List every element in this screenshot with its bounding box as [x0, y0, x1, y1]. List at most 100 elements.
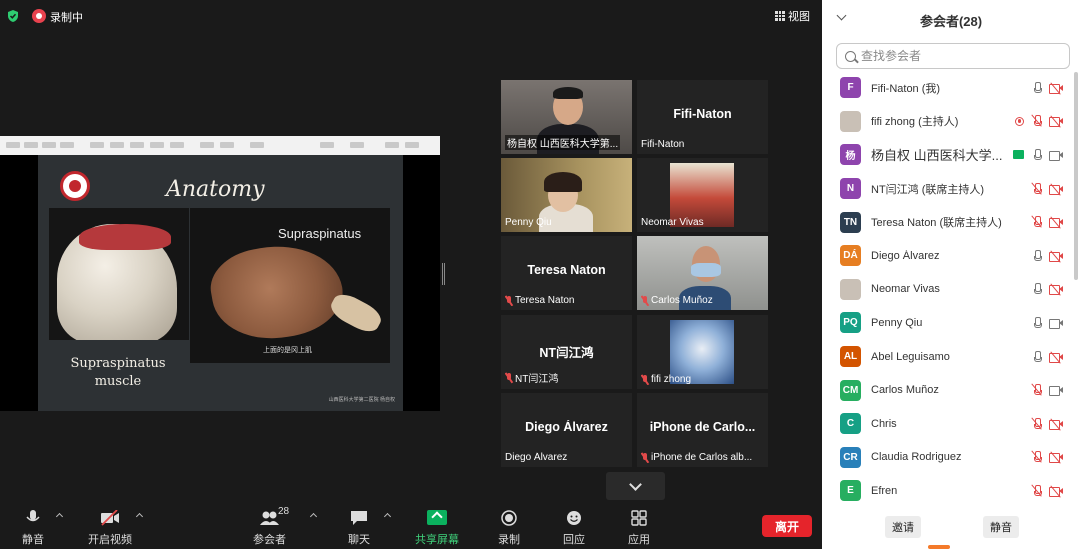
mic-muted-icon	[641, 295, 649, 306]
microphone-icon[interactable]	[1033, 316, 1042, 329]
participants-icon	[259, 511, 279, 525]
participant-avatar	[840, 110, 861, 132]
participant-row[interactable]: PQ Penny Qiu	[822, 306, 1080, 340]
participant-avatar: CM	[840, 379, 861, 401]
participants-button[interactable]: 28 参会者	[253, 506, 289, 547]
chat-button[interactable]: 聊天	[348, 510, 370, 547]
video-off-icon[interactable]	[1049, 216, 1063, 229]
reactions-label: 回应	[563, 534, 585, 546]
apps-button[interactable]: 应用	[628, 510, 650, 547]
split-view-handle[interactable]	[442, 263, 445, 285]
participant-row[interactable]: N NT闫江鸿 (联席主持人)	[822, 172, 1080, 206]
video-tile-carlos[interactable]: Carlos Muñoz	[637, 236, 768, 310]
video-tile-teresa[interactable]: Teresa Naton Teresa Naton	[501, 236, 632, 310]
video-icon[interactable]	[1049, 318, 1063, 329]
mic-muted-icon[interactable]	[1031, 383, 1042, 396]
start-video-button[interactable]: 开启视频	[88, 510, 132, 547]
search-icon	[845, 50, 856, 62]
mic-muted-icon[interactable]	[1031, 417, 1042, 430]
video-off-icon[interactable]	[1049, 283, 1063, 297]
participant-avatar: E	[840, 480, 861, 502]
more-tiles-chevron-button[interactable]	[606, 472, 665, 500]
tile-name: Diego Álvarez	[525, 420, 608, 434]
share-screen-button[interactable]: 共享屏幕	[415, 510, 459, 547]
recording-icon[interactable]	[32, 9, 46, 23]
tile-label: Penny Qiu	[505, 217, 552, 228]
video-off-icon[interactable]	[1049, 418, 1063, 431]
mic-muted-icon[interactable]	[1031, 181, 1042, 195]
mic-muted-icon[interactable]	[1031, 114, 1042, 128]
video-off-icon[interactable]	[1049, 485, 1063, 498]
security-shield-icon[interactable]	[6, 9, 20, 23]
mic-muted-icon[interactable]	[1031, 450, 1042, 463]
participant-avatar: CR	[840, 446, 861, 468]
participant-search[interactable]	[836, 43, 1070, 69]
video-tile-fifi-naton[interactable]: Fifi-Naton Fifi-Naton	[637, 80, 768, 154]
participant-name: Neomar Vivas	[871, 283, 940, 296]
video-off-icon[interactable]	[1049, 250, 1063, 263]
video-options-caret[interactable]	[135, 512, 144, 521]
video-off-icon[interactable]	[1049, 350, 1063, 364]
view-button[interactable]: 视图	[775, 8, 810, 24]
slide-caption-line-2: muscle	[94, 374, 142, 389]
invite-button[interactable]: 邀请	[885, 516, 921, 538]
screen-sharing-icon	[1013, 150, 1024, 160]
participant-row[interactable]: TN Teresa Naton (联席主持人)	[822, 205, 1080, 239]
microphone-icon[interactable]	[1033, 148, 1042, 161]
chat-icon	[351, 511, 367, 525]
mute-all-button[interactable]: 静音	[983, 516, 1019, 538]
microphone-icon[interactable]	[1033, 249, 1042, 262]
muscle-label: Supraspinatus	[278, 226, 362, 241]
chat-options-caret[interactable]	[383, 512, 392, 521]
participant-name: Chris	[871, 417, 897, 430]
leave-button[interactable]: 离开	[762, 515, 812, 537]
video-tile-iphone[interactable]: iPhone de Carlo... iPhone de Carlos alb.…	[637, 393, 768, 467]
tile-label: iPhone de Carlos alb...	[641, 452, 752, 463]
mic-muted-icon	[641, 374, 649, 385]
apps-icon	[631, 510, 647, 526]
participant-row[interactable]: E Efren	[822, 474, 1080, 508]
search-input[interactable]	[861, 49, 1061, 63]
record-label: 录制	[498, 534, 520, 546]
microphone-icon[interactable]	[1033, 81, 1042, 94]
video-off-icon[interactable]	[1049, 451, 1063, 464]
participant-row[interactable]: fifi zhong (主持人)	[822, 105, 1080, 139]
participant-row[interactable]: Neomar Vivas	[822, 273, 1080, 307]
record-button[interactable]: 录制	[498, 510, 520, 547]
meeting-toolbar: 静音 开启视频 28 参会者 聊天 共享屏幕 录制 回应 应用	[0, 500, 822, 549]
video-tile-neomar[interactable]: Neomar Vivas	[637, 158, 768, 232]
video-icon[interactable]	[1049, 385, 1063, 397]
reactions-button[interactable]: 回应	[563, 510, 585, 547]
mic-muted-icon[interactable]	[1031, 484, 1042, 497]
video-tile-fifi-zhong[interactable]: fifi zhong	[637, 315, 768, 389]
participant-row[interactable]: AL Abel Leguisamo	[822, 340, 1080, 374]
participant-row[interactable]: 杨杨自权 山西医科大学...	[822, 138, 1080, 172]
participants-options-caret[interactable]	[309, 512, 318, 521]
video-tile-penny[interactable]: Penny Qiu	[501, 158, 632, 232]
participant-row[interactable]: DÁ Diego Álvarez	[822, 239, 1080, 273]
decorative-strip	[928, 545, 950, 549]
audio-options-caret[interactable]	[55, 512, 64, 521]
participant-row[interactable]: CM Carlos Muñoz	[822, 373, 1080, 407]
mute-label: 静音	[22, 534, 44, 546]
shared-app-toolbar	[0, 136, 440, 155]
microphone-icon[interactable]	[1033, 283, 1042, 295]
video-off-icon[interactable]	[1049, 82, 1063, 95]
video-tile-diego[interactable]: Diego Álvarez Diego Álvarez	[501, 393, 632, 467]
participant-row[interactable]: CR Claudia Rodriguez	[822, 441, 1080, 475]
participant-row[interactable]: F Fifi-Naton (我)	[822, 71, 1080, 105]
shoulder-bone-image	[49, 208, 189, 340]
mute-button[interactable]: 静音	[22, 510, 44, 547]
video-tile-nt[interactable]: NT闫江鸿 NT闫江鸿	[501, 315, 632, 389]
participant-row[interactable]: C Chris	[822, 407, 1080, 441]
video-tile-yang[interactable]: 杨自权 山西医科大学第...	[501, 80, 632, 154]
participant-list-scrollbar[interactable]	[1074, 72, 1078, 280]
microphone-icon[interactable]	[1033, 350, 1042, 363]
tile-label: Neomar Vivas	[641, 217, 704, 228]
shared-screen[interactable]: Anatomy Supraspinatus 上面的是冈上肌 Supraspina…	[0, 136, 440, 411]
video-off-icon[interactable]	[1049, 182, 1063, 196]
video-icon[interactable]	[1049, 150, 1063, 161]
mic-muted-icon[interactable]	[1031, 215, 1042, 228]
video-off-icon[interactable]	[1049, 115, 1063, 129]
recording-icon	[1015, 116, 1024, 126]
